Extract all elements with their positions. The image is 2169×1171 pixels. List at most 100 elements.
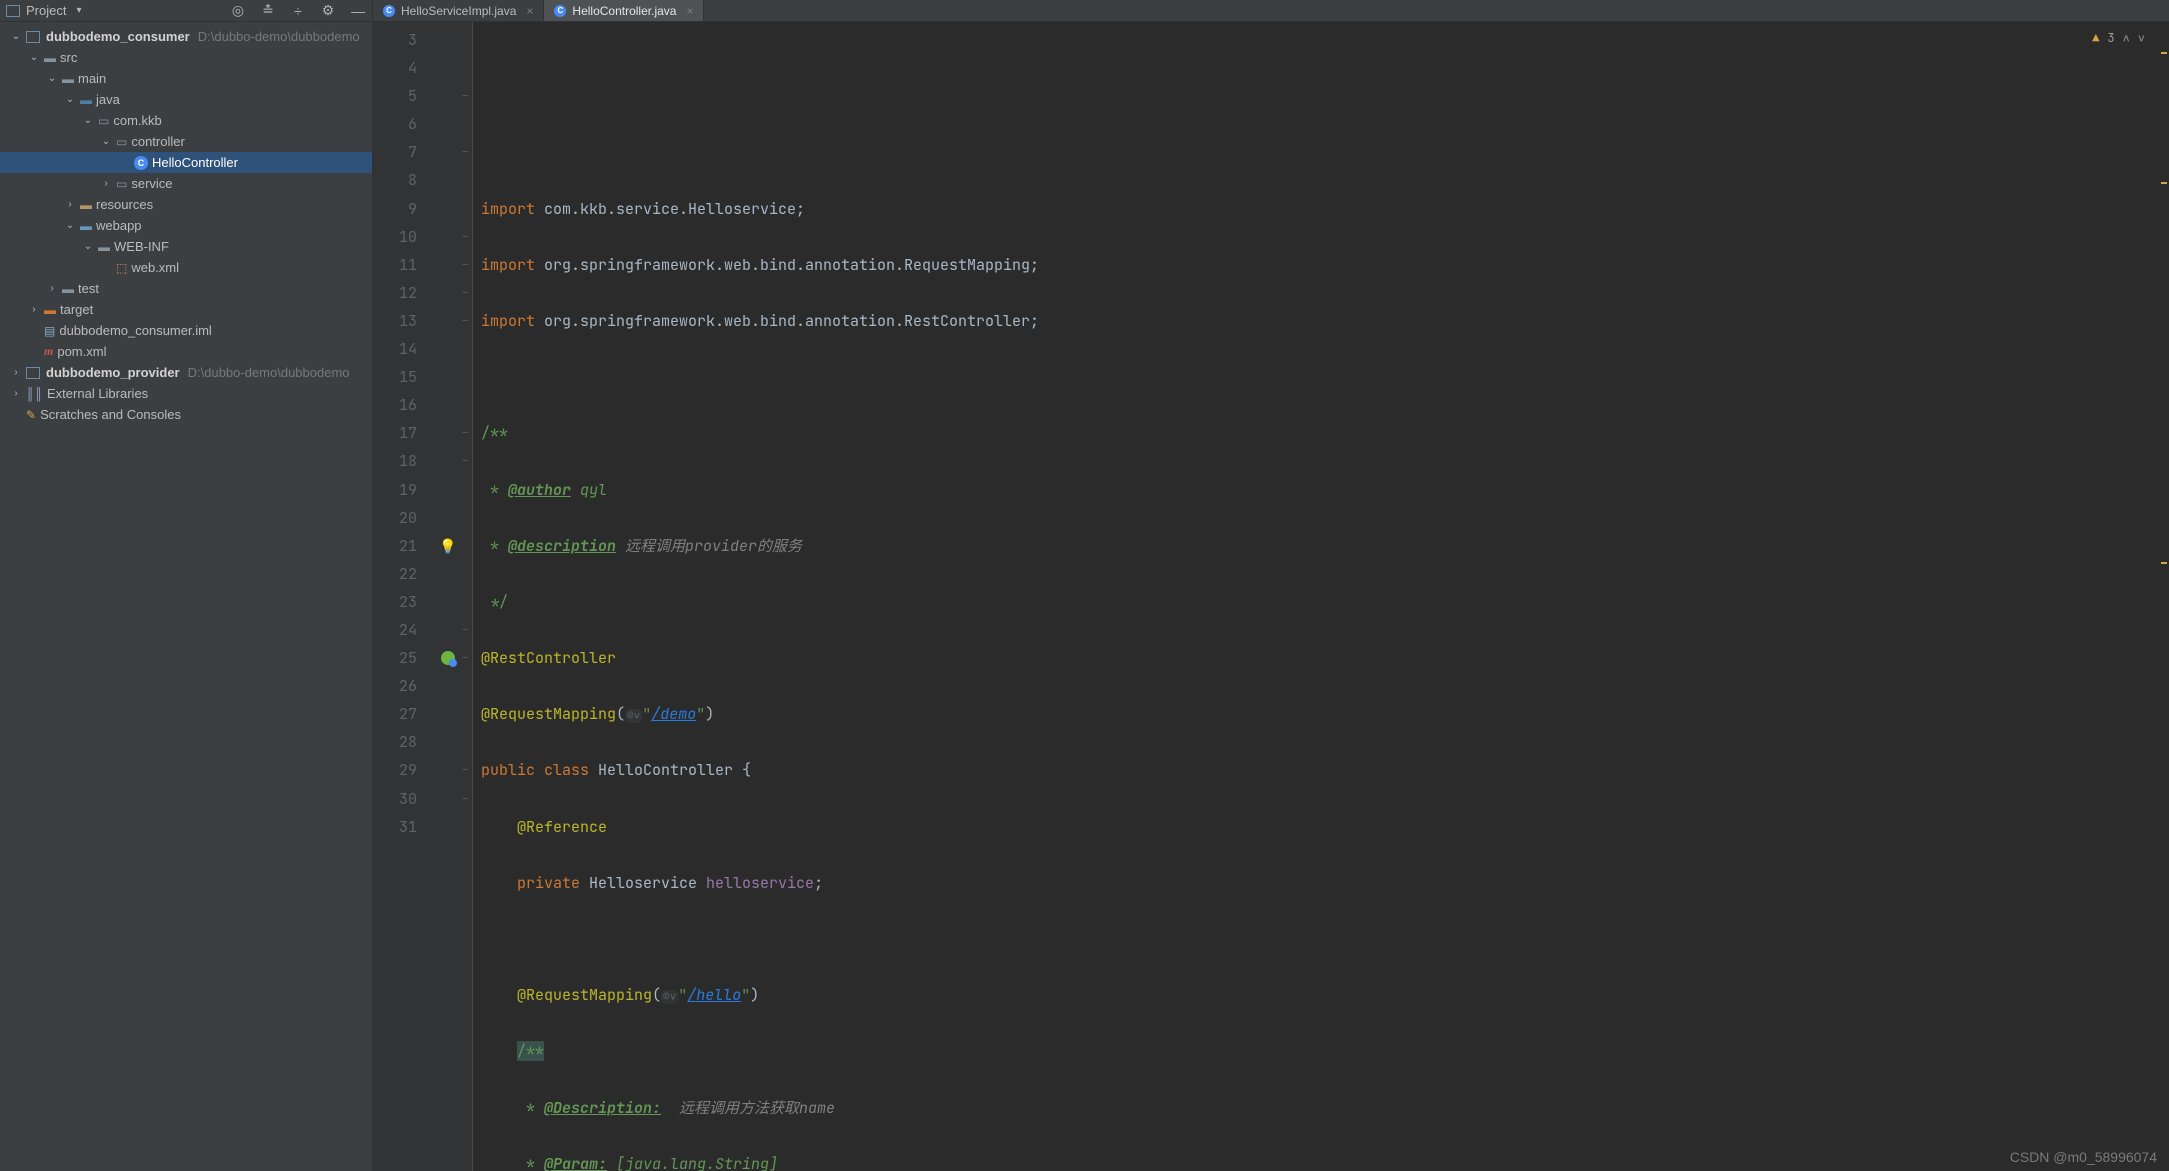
tree-item[interactable]: ▬ WEB-INF (0, 236, 372, 257)
tree-item[interactable]: ✎ Scratches and Consoles (0, 404, 372, 425)
module-icon (26, 31, 40, 43)
code-line[interactable]: import org.springframework.web.bind.anno… (481, 307, 2169, 335)
code-line[interactable]: @RequestMapping(©∨"/hello") (481, 981, 2169, 1009)
tree-label: dubbodemo_consumer (46, 29, 190, 44)
tree-item[interactable]: ▬ main (0, 68, 372, 89)
target-folder-icon: ▬ (44, 303, 56, 317)
expand-icon[interactable] (28, 304, 40, 315)
tree-label: pom.xml (57, 344, 106, 359)
code-line[interactable]: @RestController (481, 644, 2169, 672)
package-icon: ▭ (116, 135, 127, 149)
tree-path: D:\dubbo-demo\dubbodemo (198, 29, 360, 44)
tree-label: dubbodemo_consumer.iml (59, 323, 211, 338)
iml-file-icon: ▤ (44, 324, 55, 338)
editor-tab[interactable]: CHelloServiceImpl.java× (373, 0, 544, 21)
module-icon (26, 367, 40, 379)
expand-icon[interactable] (82, 115, 94, 126)
project-view-selector[interactable]: Project ▾ (6, 3, 82, 18)
editor-body: 3456789101112131415161718192021222324252… (373, 22, 2169, 1171)
tree-path: D:\dubbo-demo\dubbodemo (188, 365, 350, 380)
tab-label: HelloServiceImpl.java (401, 4, 516, 18)
expand-icon[interactable] (10, 388, 22, 399)
folder-icon: ▬ (98, 240, 110, 254)
expand-icon[interactable] (64, 220, 76, 231)
tree-item[interactable]: ║║ External Libraries (0, 383, 372, 404)
intention-bulb-icon[interactable]: 💡 (439, 532, 456, 560)
code-line[interactable] (481, 925, 2169, 953)
expand-icon[interactable] (46, 73, 58, 84)
code-line[interactable] (481, 363, 2169, 391)
expand-icon[interactable] (10, 31, 22, 42)
code-line[interactable]: @RequestMapping(©∨"/demo") (481, 700, 2169, 728)
expand-icon[interactable] (82, 241, 94, 252)
ide-root: Project ▾ ◎ ≛ ÷ ⚙ — dubbodemo_consumer D:… (0, 0, 2169, 1171)
expand-icon[interactable] (64, 94, 76, 105)
gear-icon[interactable]: ⚙ (320, 3, 336, 19)
xml-file-icon: ⬚ (116, 261, 127, 275)
code-line[interactable]: private Helloservice helloservice; (481, 869, 2169, 897)
tree-item[interactable]: ▭ service (0, 173, 372, 194)
code-line[interactable]: import com.kkb.service.Helloservice; (481, 195, 2169, 223)
code-line[interactable]: * @description 远程调用provider的服务 (481, 532, 2169, 560)
expand-icon[interactable] (64, 199, 76, 210)
code-line[interactable]: * @author qyl (481, 476, 2169, 504)
line-number-gutter[interactable]: 3456789101112131415161718192021222324252… (373, 22, 437, 1171)
tree-item[interactable]: ▬ webapp (0, 215, 372, 236)
tree-item[interactable]: ▬ target (0, 299, 372, 320)
tree-item[interactable]: ▬ test (0, 278, 372, 299)
folder-icon: ▬ (80, 93, 92, 107)
code-line[interactable]: public class HelloController { (481, 756, 2169, 784)
code-line[interactable]: /** (481, 419, 2169, 447)
code-line[interactable]: /** (481, 1037, 2169, 1065)
code-line[interactable]: * @Param: [java.lang.String] (481, 1150, 2169, 1171)
fold-column[interactable]: –––––––––––– (459, 22, 473, 1171)
collapse-all-icon[interactable]: ÷ (290, 3, 306, 19)
next-highlight-icon[interactable]: ∨ (2138, 24, 2145, 52)
close-icon[interactable]: × (526, 4, 533, 18)
inspection-widget[interactable]: ▲ 3 ∧ ∨ (2092, 24, 2145, 52)
tree-label: target (60, 302, 93, 317)
prev-highlight-icon[interactable]: ∧ (2123, 24, 2130, 52)
gutter-icons: 💡 (437, 22, 459, 1171)
folder-icon: ▬ (44, 51, 56, 65)
tree-item[interactable]: dubbodemo_providerD:\dubbo-demo\dubbodem… (0, 362, 372, 383)
hide-icon[interactable]: — (350, 3, 366, 19)
expand-icon[interactable] (28, 52, 40, 63)
folder-icon: ▬ (62, 72, 74, 86)
expand-icon[interactable] (46, 283, 58, 294)
tree-item[interactable]: ▬ java (0, 89, 372, 110)
locate-icon[interactable]: ◎ (230, 3, 246, 19)
code-line[interactable]: import org.springframework.web.bind.anno… (481, 251, 2169, 279)
error-stripe[interactable] (2157, 22, 2169, 1171)
package-icon: ▭ (98, 114, 109, 128)
spring-icon[interactable] (441, 651, 455, 665)
watermark: CSDN @m0_58996074 (2010, 1149, 2157, 1165)
tree-item[interactable]: C HelloController (0, 152, 372, 173)
tree-label: main (78, 71, 106, 86)
project-tree[interactable]: dubbodemo_consumer D:\dubbo-demo\dubbodem… (0, 22, 372, 425)
code-line[interactable]: */ (481, 588, 2169, 616)
code-line[interactable]: @Reference (481, 813, 2169, 841)
java-class-icon: C (554, 5, 566, 17)
resources-icon: ▬ (80, 198, 92, 212)
tree-label: webapp (96, 218, 142, 233)
close-icon[interactable]: × (686, 4, 693, 18)
code-editor[interactable]: ▲ 3 ∧ ∨ import com.kkb.service.Helloserv… (473, 22, 2169, 1171)
expand-icon[interactable] (10, 367, 22, 378)
tree-item[interactable]: ⬚ web.xml (0, 257, 372, 278)
libraries-icon: ║║ (26, 387, 43, 401)
expand-icon[interactable] (100, 178, 112, 189)
expand-icon[interactable] (100, 136, 112, 147)
editor-tab[interactable]: CHelloController.java× (544, 0, 704, 21)
tree-item[interactable]: ▬ src (0, 47, 372, 68)
tree-item[interactable]: m pom.xml (0, 341, 372, 362)
tree-item[interactable]: ▭ com.kkb (0, 110, 372, 131)
project-label: Project (26, 3, 66, 18)
chevron-down-icon: ▾ (76, 5, 81, 16)
code-line[interactable]: * @Description: 远程调用方法获取name (481, 1094, 2169, 1122)
tree-item[interactable]: dubbodemo_consumer D:\dubbo-demo\dubbodem… (0, 26, 372, 47)
expand-all-icon[interactable]: ≛ (260, 3, 276, 19)
tree-item[interactable]: ▬ resources (0, 194, 372, 215)
tree-item[interactable]: ▭ controller (0, 131, 372, 152)
tree-item[interactable]: ▤ dubbodemo_consumer.iml (0, 320, 372, 341)
